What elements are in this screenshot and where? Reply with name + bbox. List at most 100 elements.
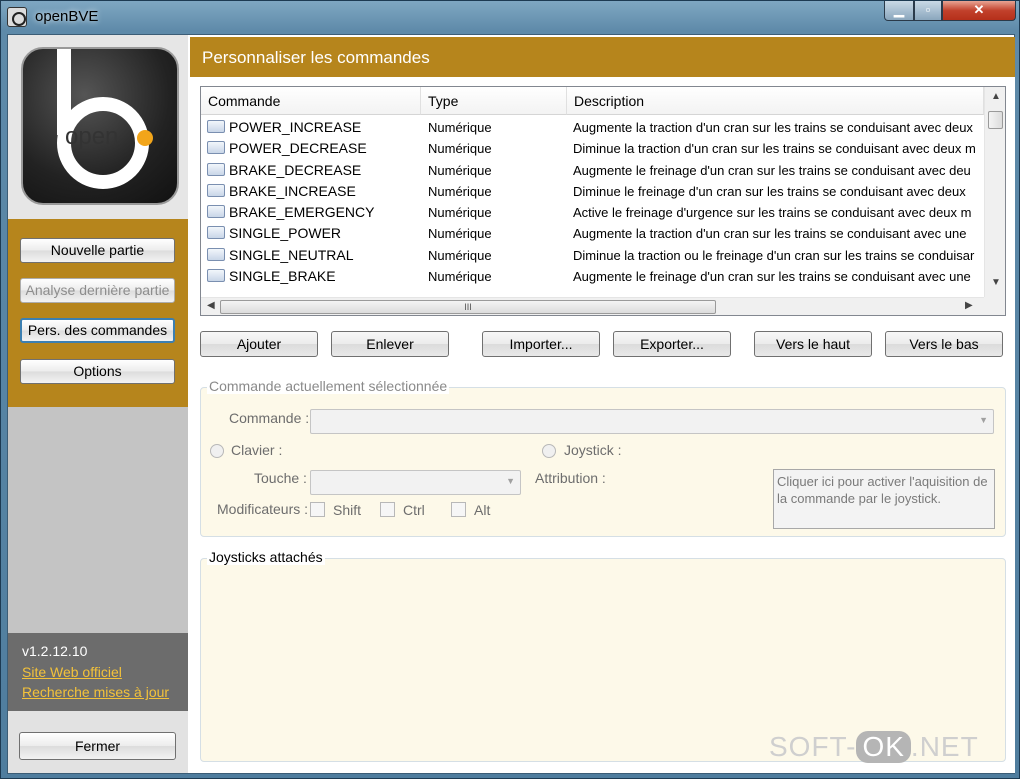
keyboard-radio[interactable] xyxy=(210,444,224,458)
close-button[interactable]: ✕ xyxy=(942,1,1016,21)
ctrl-checkbox[interactable] xyxy=(380,502,395,517)
description-cell: Diminue le freinage d'un cran sur les tr… xyxy=(573,183,966,199)
customize-controls-button[interactable]: Pers. des commandes xyxy=(20,318,175,343)
keyboard-icon xyxy=(207,247,225,261)
move-up-button[interactable]: Vers le haut xyxy=(754,331,872,357)
new-game-button[interactable]: Nouvelle partie xyxy=(20,238,175,263)
command-name: POWER_DECREASE xyxy=(229,140,367,157)
joystick-capture-box[interactable]: Cliquer ici pour activer l'aquisition de… xyxy=(773,469,995,529)
command-name: SINGLE_POWER xyxy=(229,225,342,242)
command-cell: BRAKE_EMERGENCY xyxy=(207,204,417,220)
table-row[interactable]: SINGLE_POWER Numérique Augmente la tract… xyxy=(201,223,984,244)
keyboard-icon xyxy=(207,183,225,197)
window-title: openBVE xyxy=(35,8,99,25)
column-header-type[interactable]: Type xyxy=(421,87,567,115)
add-button[interactable]: Ajouter xyxy=(200,331,318,357)
type-cell: Numérique xyxy=(428,141,492,157)
commands-table[interactable]: Commande Type Description POWER_INCREASE… xyxy=(200,86,1006,316)
keyboard-icon xyxy=(207,120,225,133)
horizontal-scrollbar[interactable]: ◀ III ▶ xyxy=(201,297,984,315)
maximize-icon: ▫ xyxy=(925,2,931,17)
command-cell: BRAKE_INCREASE xyxy=(207,183,417,199)
table-row[interactable]: BRAKE_DECREASE Numérique Augmente le fre… xyxy=(201,160,984,181)
command-name: BRAKE_EMERGENCY xyxy=(229,204,375,221)
client-area: open Nouvelle partie Analyse dernière pa… xyxy=(7,34,1015,774)
alt-label: Alt xyxy=(474,502,491,518)
close-icon: ✕ xyxy=(973,2,985,17)
table-row[interactable]: POWER_INCREASE Numérique Augmente la tra… xyxy=(201,117,984,138)
command-cell: SINGLE_NEUTRAL xyxy=(207,247,417,263)
description-cell: Augmente la traction d'un cran sur les t… xyxy=(573,120,973,135)
type-cell: Numérique xyxy=(428,269,492,285)
type-cell: Numérique xyxy=(428,226,492,242)
shift-label: Shift xyxy=(333,502,362,518)
minimize-icon: ▁ xyxy=(894,2,904,17)
nav-area: Nouvelle partie Analyse dernière partie … xyxy=(8,219,188,407)
key-select[interactable]: ▼ xyxy=(310,470,521,495)
selected-command-group-title: Commande actuellement sélectionnée xyxy=(207,378,450,394)
command-name: SINGLE_BRAKE xyxy=(229,268,336,285)
command-cell: POWER_DECREASE xyxy=(207,140,417,156)
version-label: v1.2.12.10 xyxy=(22,643,88,659)
alt-checkbox[interactable] xyxy=(451,502,466,517)
column-header-command[interactable]: Commande xyxy=(201,87,421,115)
logo-word: open xyxy=(65,123,119,150)
shift-checkbox[interactable] xyxy=(310,502,325,517)
horizontal-scroll-thumb[interactable]: III xyxy=(220,300,716,314)
title-bar[interactable]: openBVE ▁ ▫ ✕ xyxy=(1,1,1019,33)
column-header-description[interactable]: Description xyxy=(567,87,984,115)
table-row[interactable]: POWER_DECREASE Numérique Diminue la trac… xyxy=(201,138,984,159)
type-cell: Numérique xyxy=(428,162,492,178)
page-title: Personnaliser les commandes xyxy=(202,48,430,67)
chevron-down-icon: ▼ xyxy=(979,415,988,425)
app-icon xyxy=(7,7,27,27)
bottom-left-area: Fermer xyxy=(8,711,188,773)
command-name: SINGLE_NEUTRAL xyxy=(229,246,354,263)
table-row[interactable]: BRAKE_INCREASE Numérique Diminue le frei… xyxy=(201,181,984,202)
remove-button[interactable]: Enlever xyxy=(331,331,449,357)
minimize-button[interactable]: ▁ xyxy=(884,1,914,21)
openbve-logo: open xyxy=(21,47,179,205)
command-cell: SINGLE_POWER xyxy=(207,225,417,241)
scroll-down-arrow-icon[interactable]: ▼ xyxy=(991,277,1001,288)
type-cell: Numérique xyxy=(428,247,492,263)
command-name: BRAKE_INCREASE xyxy=(229,182,356,199)
vertical-scroll-thumb[interactable] xyxy=(988,111,1003,129)
scroll-up-arrow-icon[interactable]: ▲ xyxy=(991,91,1001,102)
vertical-scrollbar[interactable]: ▲ ▼ xyxy=(984,87,1005,297)
type-cell: Numérique xyxy=(428,183,492,199)
command-select[interactable]: ▼ xyxy=(310,409,994,434)
app-window: openBVE ▁ ▫ ✕ open Nouvelle partie Analy… xyxy=(0,0,1020,779)
joystick-label: Joystick : xyxy=(564,442,622,458)
watermark-ok: OK xyxy=(856,731,911,763)
options-button[interactable]: Options xyxy=(20,359,175,384)
version-area: v1.2.12.10 Site Web officiel Recherche m… xyxy=(8,633,188,711)
type-cell: Numérique xyxy=(428,120,492,135)
page-header: Personnaliser les commandes xyxy=(190,37,1015,77)
scroll-right-arrow-icon[interactable]: ▶ xyxy=(965,300,973,311)
official-site-link[interactable]: Site Web officiel xyxy=(22,664,122,680)
import-button[interactable]: Importer... xyxy=(482,331,600,357)
keyboard-icon xyxy=(207,205,225,219)
command-name: POWER_INCREASE xyxy=(229,119,362,135)
table-row[interactable]: SINGLE_BRAKE Numérique Augmente le frein… xyxy=(201,266,984,287)
keyboard-icon xyxy=(207,162,225,176)
joystick-radio[interactable] xyxy=(542,444,556,458)
table-row[interactable]: BRAKE_EMERGENCY Numérique Active le frei… xyxy=(201,202,984,223)
attached-joysticks-title: Joysticks attachés xyxy=(207,549,325,565)
move-down-button[interactable]: Vers le bas xyxy=(885,331,1003,357)
review-last-game-button[interactable]: Analyse dernière partie xyxy=(20,278,175,303)
logo-dot xyxy=(137,130,153,146)
scroll-left-arrow-icon[interactable]: ◀ xyxy=(207,300,215,311)
watermark-right: .NET xyxy=(910,731,979,762)
check-updates-link[interactable]: Recherche mises à jour xyxy=(22,684,169,700)
description-cell: Diminue la traction ou le freinage d'un … xyxy=(573,247,975,263)
maximize-button[interactable]: ▫ xyxy=(914,1,942,21)
table-row[interactable]: SINGLE_NEUTRAL Numérique Diminue la trac… xyxy=(201,245,984,266)
assignment-label: Attribution : xyxy=(535,470,606,486)
export-button[interactable]: Exporter... xyxy=(613,331,731,357)
quit-button[interactable]: Fermer xyxy=(19,732,176,760)
description-cell: Diminue la traction d'un cran sur les tr… xyxy=(573,141,976,157)
description-cell: Augmente le freinage d'un cran sur les t… xyxy=(573,269,971,285)
ctrl-label: Ctrl xyxy=(403,502,425,518)
